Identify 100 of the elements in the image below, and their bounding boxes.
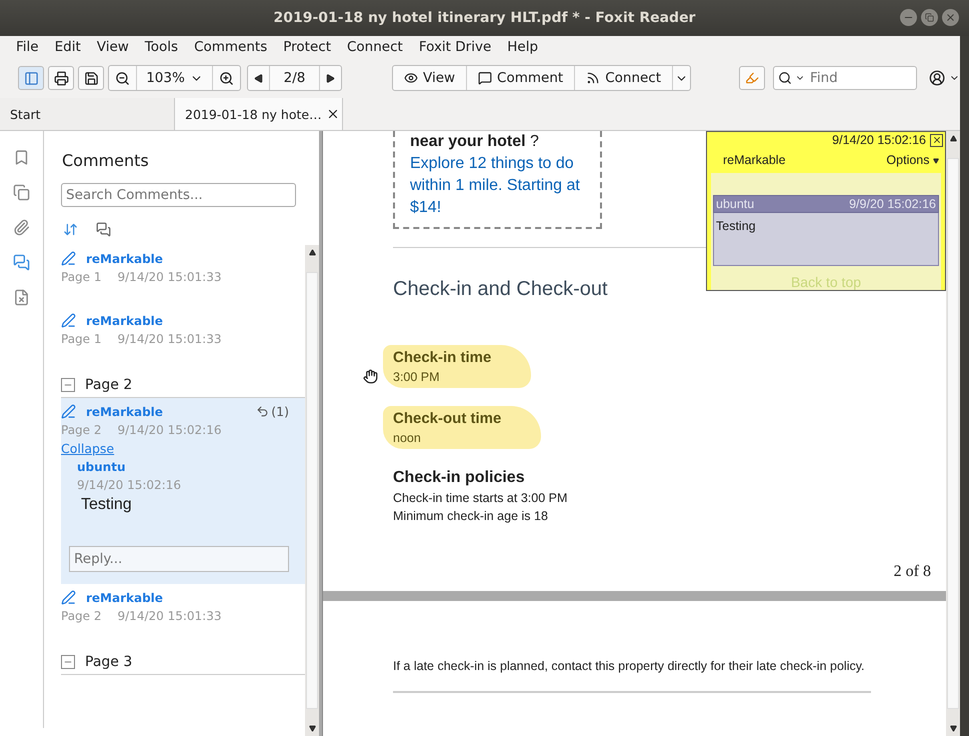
- collapse-toggle[interactable]: [61, 378, 75, 392]
- comment-time: 9/14/20 15:01:33: [118, 270, 222, 284]
- detail-value: 3:00 PM: [393, 370, 441, 384]
- page-text: If a late check-in is planned, contact this property directly for their late check-in policy.: [393, 659, 866, 673]
- panel-title: Comments: [61, 150, 150, 171]
- page-number: 2 of 8: [894, 563, 931, 581]
- restore-icon: [925, 13, 934, 22]
- comment-author: reMarkable: [86, 314, 163, 328]
- hand-cursor-icon: [363, 369, 378, 384]
- mode-tab[interactable]: Connect: [574, 66, 672, 90]
- detail-label: Check-in time: [393, 349, 492, 366]
- comment-popup[interactable]: 9/14/20 15:02:16 reMarkable Options ubuntu 9/9/20 15:02:16 Testing Back to top: [706, 131, 946, 291]
- scroll-down-icon[interactable]: [308, 725, 316, 732]
- close-icon: [945, 12, 956, 23]
- highlighter-icon: [61, 313, 76, 328]
- comment-item[interactable]: reMarkable Page 1 9/14/20 15:01:33: [61, 245, 305, 307]
- menu-item[interactable]: View: [88, 39, 137, 55]
- mode-tab[interactable]: Comment: [466, 66, 574, 90]
- document-tab[interactable]: 2019-01-18 ny hote…: [175, 98, 343, 130]
- comment-time: 9/14/20 15:01:33: [118, 609, 222, 623]
- reply-arrow-icon: [256, 405, 270, 418]
- reply-header: ubuntu 9/9/20 15:02:16: [713, 195, 939, 213]
- highlighter-button[interactable]: [739, 66, 766, 90]
- page-group-label: Page 2: [85, 377, 132, 393]
- highlighter-icon: [61, 251, 76, 266]
- close-icon[interactable]: [930, 134, 943, 146]
- sort-icon[interactable]: [63, 222, 78, 236]
- detail-label: Check-out time: [393, 410, 502, 427]
- speech-bubble-icon: [478, 71, 492, 85]
- policy-line: Check-in time starts at 3:00 PM: [393, 491, 568, 505]
- signal-waves-icon: [586, 71, 600, 85]
- menu-item[interactable]: File: [8, 39, 47, 55]
- menu-item[interactable]: Edit: [46, 39, 89, 55]
- menu-item[interactable]: Comments: [186, 39, 276, 55]
- reply-author: ubuntu: [77, 460, 126, 474]
- comment-item[interactable]: reMarkable Page 2 9/14/20 15:01:33: [61, 584, 305, 646]
- options-menu[interactable]: Options: [886, 153, 939, 167]
- zoom-out-icon: [115, 70, 130, 86]
- panel-toggle-button[interactable]: [18, 66, 44, 90]
- collapse-toggle[interactable]: [61, 655, 75, 669]
- policy-line: Minimum check-in age is 18: [393, 509, 549, 523]
- scrollbar[interactable]: [305, 245, 319, 736]
- highlighter-icon: [61, 404, 76, 419]
- find-input[interactable]: Find: [808, 69, 912, 87]
- menu-item[interactable]: Foxit Drive: [410, 39, 500, 55]
- search-comments-field[interactable]: Search Comments...: [61, 183, 296, 207]
- reply-time: 9/14/20 15:02:16: [77, 478, 182, 492]
- promo-link[interactable]: Explore 12 things to do within 1 mile. Starting at $14!: [410, 153, 600, 219]
- section-title: Check-in and Check-out: [393, 278, 608, 301]
- comment-page: Page 1: [61, 270, 102, 284]
- search-icon: [778, 71, 792, 85]
- scroll-up-icon[interactable]: [950, 135, 956, 142]
- print-button[interactable]: [48, 66, 74, 90]
- menu-item[interactable]: Protect: [275, 39, 339, 55]
- scroll-up-icon[interactable]: [308, 249, 316, 256]
- zoom-in-icon: [219, 70, 234, 86]
- comment-item[interactable]: reMarkable (1) Page 2 9/14/20 15:02:16 Collapse ubuntu 9/14/20 15:02:16 Testing Reply...: [61, 398, 305, 584]
- comment-page: Page 2: [61, 609, 102, 623]
- reply-count: (1): [256, 404, 289, 419]
- search-box[interactable]: Find: [773, 66, 918, 90]
- bookmark-icon[interactable]: [13, 149, 30, 166]
- promo-heading: near your hotel ?: [410, 133, 539, 150]
- triangle-left-icon: [254, 74, 263, 82]
- reply-text: Testing: [80, 496, 133, 514]
- menu-item[interactable]: Help: [499, 39, 546, 55]
- scrollbar[interactable]: [946, 131, 960, 736]
- scroll-down-icon[interactable]: [950, 725, 956, 732]
- filter-comments-icon[interactable]: [96, 222, 111, 236]
- comment-author: reMarkable: [86, 590, 163, 604]
- highlighter-icon: [61, 590, 76, 605]
- highlighter-icon: [745, 71, 760, 85]
- comment-page: Page 1: [61, 332, 102, 346]
- comment-time: 9/14/20 15:01:33: [118, 332, 222, 346]
- detail-value: noon: [393, 431, 422, 445]
- account-icon[interactable]: [929, 69, 946, 87]
- caret-icon: [933, 158, 939, 164]
- attachment-icon[interactable]: [13, 219, 30, 236]
- reply-field[interactable]: Reply...: [69, 546, 289, 572]
- collapse-link[interactable]: Collapse: [61, 441, 114, 456]
- comment-time: 9/14/20 15:02:16: [118, 423, 222, 437]
- maximize-button[interactable]: [921, 9, 938, 26]
- note-author: reMarkable: [723, 153, 786, 167]
- save-button[interactable]: [78, 66, 104, 90]
- comment-author: reMarkable: [86, 252, 163, 266]
- minimize-button[interactable]: [900, 9, 917, 26]
- window-title: 2019-01-18 ny hotel itinerary HLT.pdf * - Foxit Reader: [274, 10, 696, 26]
- mode-tab[interactable]: View: [393, 66, 466, 90]
- menu-item[interactable]: Connect: [338, 39, 411, 55]
- printer-icon: [54, 70, 68, 86]
- menu-item[interactable]: Tools: [136, 39, 186, 55]
- security-icon[interactable]: [13, 289, 30, 306]
- triangle-right-icon: [326, 74, 335, 82]
- reply-text: Testing: [713, 213, 939, 266]
- policies-title: Check-in policies: [393, 469, 526, 487]
- comments-icon[interactable]: [13, 254, 30, 271]
- eye-icon: [404, 71, 418, 85]
- close-button[interactable]: [942, 9, 959, 26]
- comment-item[interactable]: reMarkable Page 1 9/14/20 15:01:33: [61, 307, 305, 369]
- page-group-label: Page 3: [85, 654, 132, 670]
- pages-icon[interactable]: [13, 184, 30, 201]
